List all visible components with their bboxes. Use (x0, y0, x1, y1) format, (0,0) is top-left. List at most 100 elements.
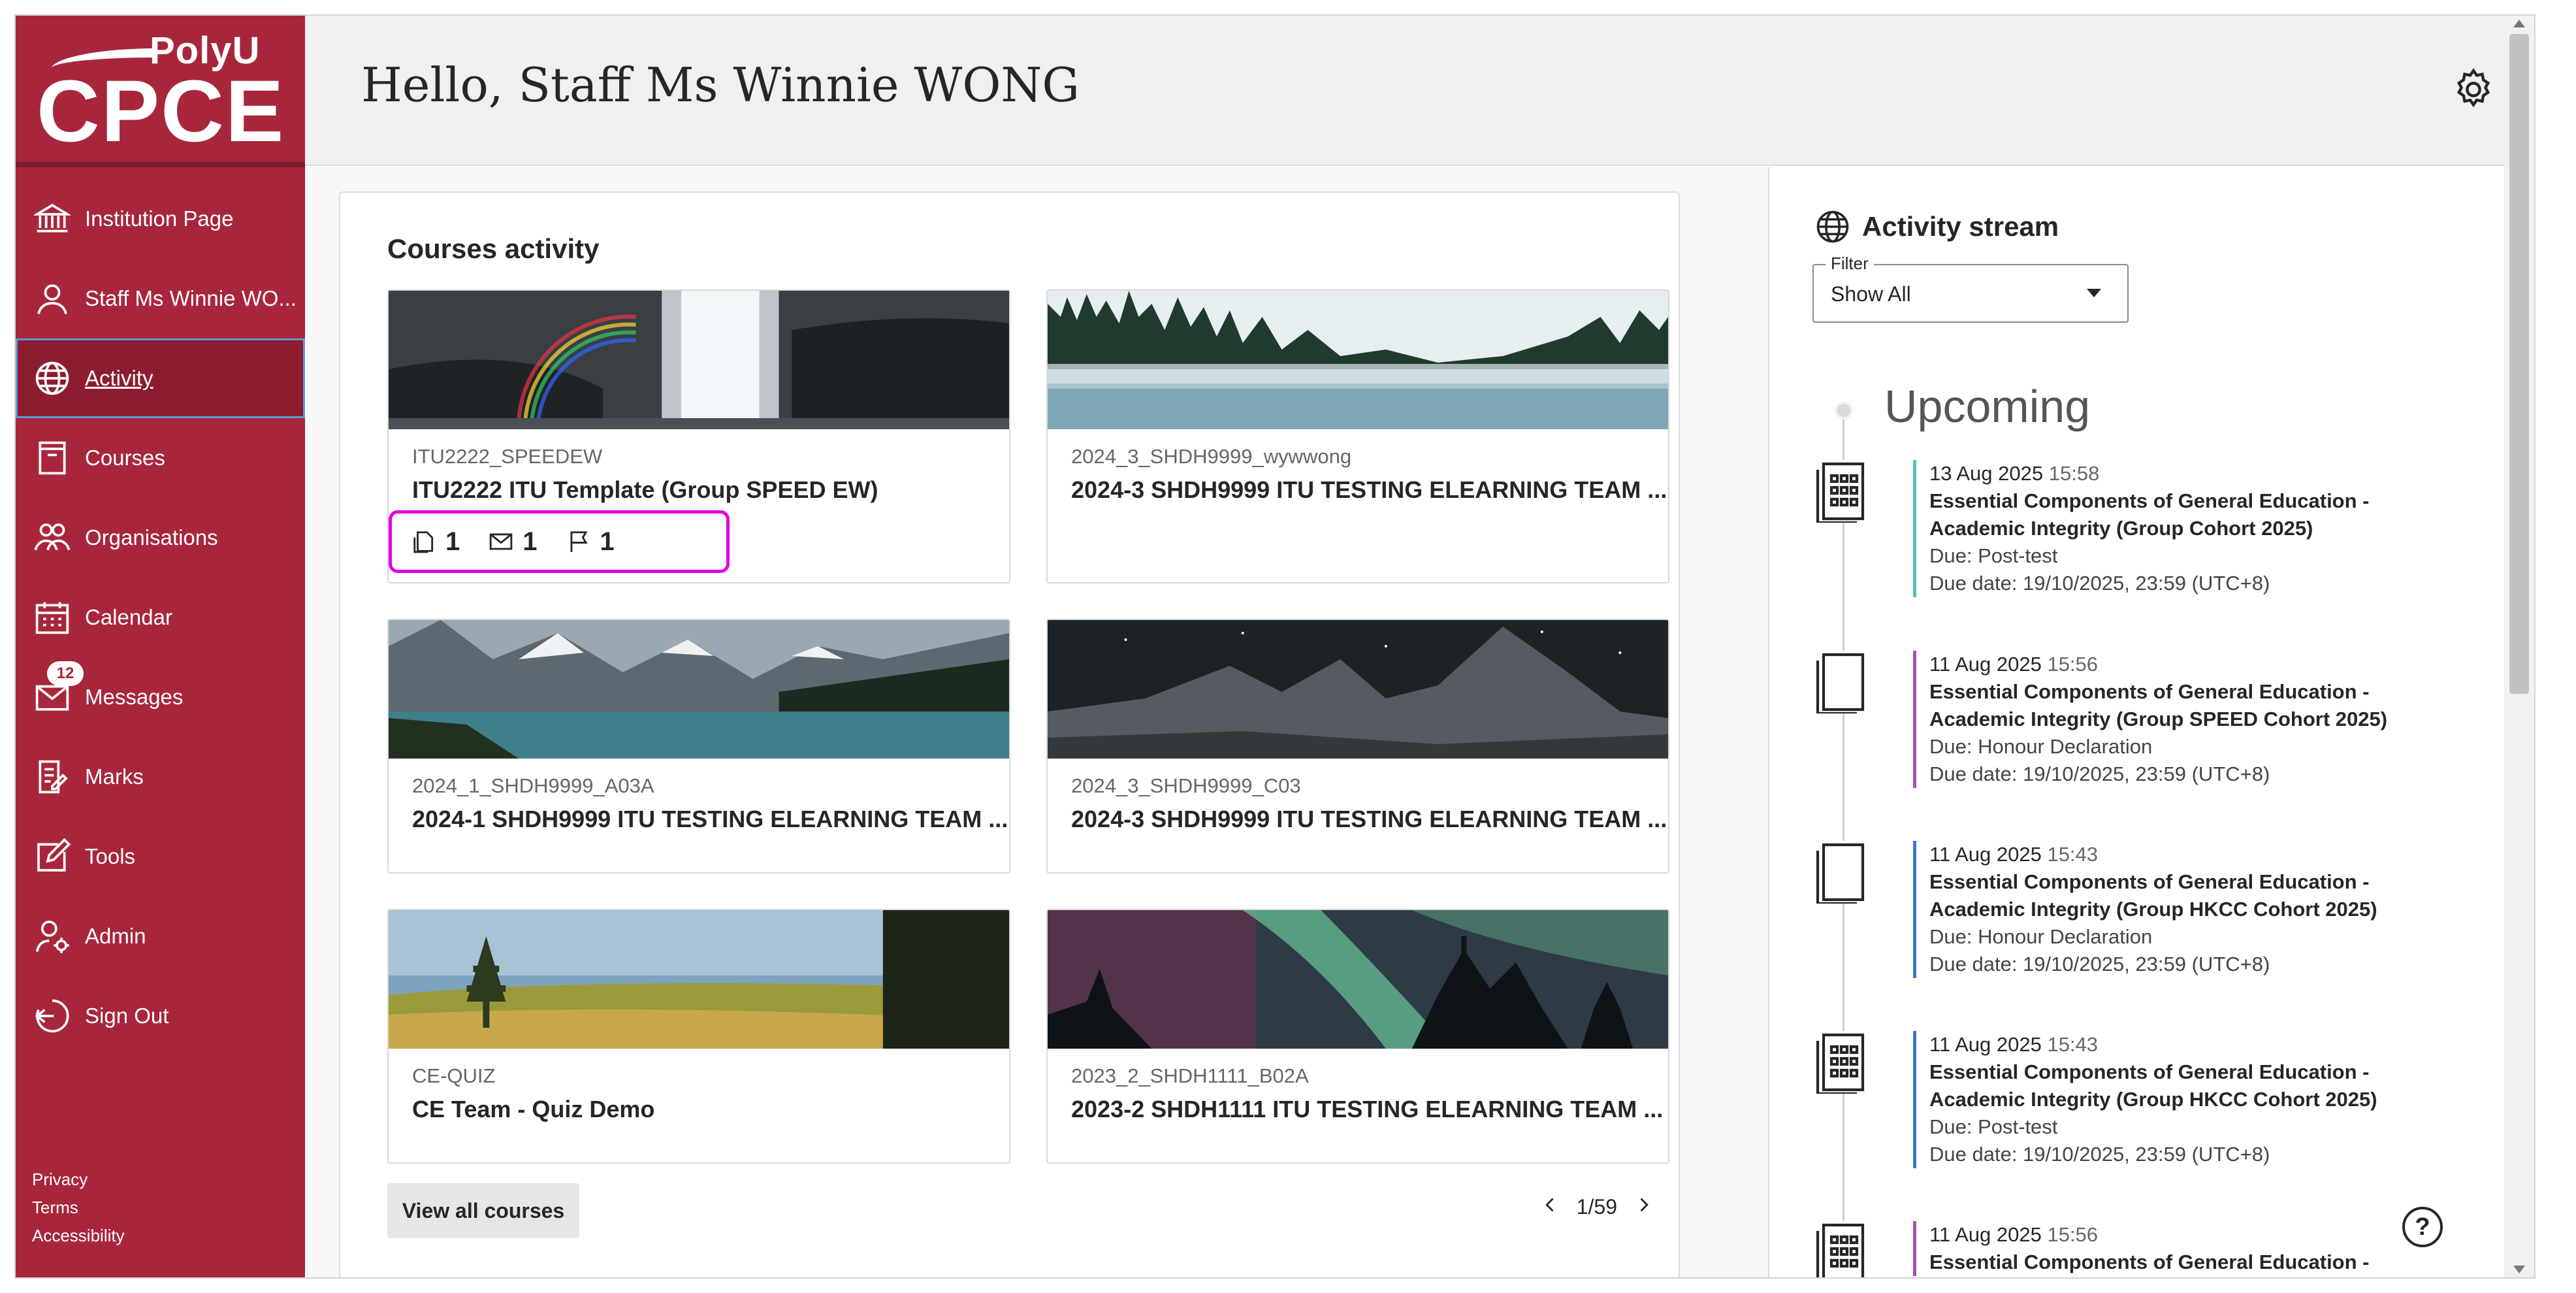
course-name[interactable]: 2023-2 SHDH1111 ITU TESTING ELEARNING TE… (1071, 1096, 1663, 1123)
activity-event-details: 11 Aug 2025 15:56 Essential Components o… (1913, 651, 2436, 788)
course-card[interactable]: 2024_3_SHDH9999_wywwong 2024-3 SHDH9999 … (1046, 289, 1669, 583)
event-title[interactable]: Essential Components of General Educatio… (1929, 1249, 2436, 1276)
test-icon (1814, 460, 1873, 525)
course-name[interactable]: ITU2222 ITU Template (Group SPEED EW) (412, 476, 878, 504)
course-card[interactable]: ITU2222_SPEEDEW ITU2222 ITU Template (Gr… (387, 289, 1010, 583)
sidebar-item-organisations[interactable]: Organisations (16, 498, 305, 578)
sidebar-item-institution-page[interactable]: Institution Page (16, 179, 305, 259)
event-due-item: Due: Honour Declaration (1929, 735, 2153, 758)
assignments-count[interactable]: 1 (411, 527, 460, 557)
sidebar-nav: Institution Page Staff Ms Winnie WO... A… (16, 179, 305, 1056)
test-icon (1814, 1221, 1873, 1277)
polyu-cpce-logo[interactable]: PolyU CPCE (16, 16, 305, 167)
course-banner-meadow (389, 910, 1009, 1049)
event-title-continued[interactable]: Academic Integrity (Group HKCC Cohort 20… (1929, 1086, 2436, 1113)
settings-gear-icon[interactable] (2452, 68, 2495, 111)
accessibility-link[interactable]: Accessibility (32, 1222, 125, 1250)
event-due-date: Due date: 19/10/2025, 23:59 (UTC+8) (1929, 762, 2270, 785)
assignments-count-value: 1 (445, 527, 460, 556)
sidebar-item-label: Sign Out (85, 1004, 169, 1028)
messages-count-value: 1 (523, 527, 538, 556)
course-name[interactable]: 2024-3 SHDH9999 ITU TESTING ELEARNING TE… (1071, 476, 1667, 504)
event-due-date: Due date: 19/10/2025, 23:59 (UTC+8) (1929, 1143, 2270, 1166)
sidebar-item-label: Messages (85, 685, 184, 709)
sidebar-item-tools[interactable]: Tools (16, 817, 305, 896)
event-due-item: Due: Honour Declaration (1929, 925, 2153, 948)
messages-count[interactable]: 1 (489, 527, 538, 557)
event-title[interactable]: Essential Components of General Educatio… (1929, 1058, 2436, 1086)
test-icon (1814, 1031, 1873, 1096)
courses-pager: 1/59 (1541, 1195, 1652, 1219)
globe-icon (33, 359, 72, 398)
activity-event-details: 11 Aug 2025 15:43 Essential Components o… (1913, 1031, 2436, 1168)
sidebar-item-messages[interactable]: 12 Messages (16, 657, 305, 737)
sidebar-item-marks[interactable]: Marks (16, 737, 305, 817)
scroll-down-arrow-icon[interactable] (2513, 1266, 2525, 1273)
course-card[interactable]: 2024_3_SHDH9999_C03 2024-3 SHDH9999 ITU … (1046, 619, 1669, 874)
event-time: 15:58 (2048, 462, 2100, 485)
sidebar-item-label: Activity (85, 366, 153, 390)
activity-stream-header: Activity stream (1815, 209, 2059, 244)
view-all-courses-button[interactable]: View all courses (387, 1183, 579, 1238)
institution-icon (33, 199, 72, 238)
event-date: 11 Aug 2025 (1929, 843, 2042, 866)
event-title-continued[interactable]: Academic Integrity (Group HKCC Cohort 20… (1929, 896, 2436, 923)
sidebar-item-sign-out[interactable]: Sign Out (16, 976, 305, 1056)
logo-cpce-text: CPCE (37, 63, 285, 160)
terms-link[interactable]: Terms (32, 1194, 125, 1222)
envelope-icon (489, 533, 513, 550)
sidebar-item-profile[interactable]: Staff Ms Winnie WO... (16, 259, 305, 338)
flags-count[interactable]: 1 (566, 527, 615, 557)
assignment-icon (1814, 651, 1873, 715)
scroll-up-arrow-icon[interactable] (2513, 20, 2525, 27)
chevron-right-icon[interactable] (1634, 1195, 1652, 1219)
marks-icon (33, 757, 72, 796)
sidebar-item-label: Courses (85, 446, 165, 470)
courses-activity-title: Courses activity (387, 233, 600, 264)
page-header: Hello, Staff Ms Winnie WONG (305, 16, 2534, 166)
globe-icon (1816, 210, 1849, 243)
assignment-icon (413, 531, 434, 553)
course-name[interactable]: 2024-3 SHDH9999 ITU TESTING ELEARNING TE… (1071, 806, 1667, 833)
scrollbar-thumb[interactable] (2509, 34, 2529, 694)
event-title-continued[interactable]: Academic Integrity (Group SPEED Cohort 2… (1929, 706, 2436, 733)
sidebar-footer: Privacy Terms Accessibility (32, 1166, 125, 1250)
course-banner-aurora (1048, 910, 1668, 1049)
admin-icon (33, 917, 72, 956)
activity-event-details: 13 Aug 2025 15:58 Essential Components o… (1913, 460, 2436, 597)
course-card[interactable]: 2023_2_SHDH1111_B02A 2023-2 SHDH1111 ITU… (1046, 909, 1669, 1164)
course-card[interactable]: 2024_1_SHDH9999_A03A 2024-1 SHDH9999 ITU… (387, 619, 1010, 874)
activity-filter-select[interactable]: Filter Show All (1812, 254, 2129, 323)
sidebar-item-admin[interactable]: Admin (16, 896, 305, 976)
course-name[interactable]: 2024-1 SHDH9999 ITU TESTING ELEARNING TE… (412, 806, 1008, 833)
event-date: 13 Aug 2025 (1929, 462, 2044, 485)
event-date: 11 Aug 2025 (1929, 1033, 2042, 1056)
event-time: 15:56 (2047, 653, 2099, 676)
event-title[interactable]: Essential Components of General Educatio… (1929, 868, 2436, 896)
sidebar-item-label: Organisations (85, 525, 218, 549)
page-scrollbar[interactable] (2504, 16, 2534, 1277)
flags-count-value: 1 (600, 527, 615, 556)
assignment-icon (1814, 841, 1873, 906)
sidebar-item-courses[interactable]: Courses (16, 418, 305, 498)
sidebar-item-calendar[interactable]: Calendar (16, 578, 305, 657)
sidebar-item-activity[interactable]: Activity (16, 338, 305, 418)
activity-stream-title: Activity stream (1862, 211, 2059, 242)
event-title[interactable]: Essential Components of General Educatio… (1929, 487, 2436, 515)
chevron-down-icon (2087, 289, 2101, 297)
privacy-link[interactable]: Privacy (32, 1166, 125, 1194)
sidebar: PolyU CPCE Institution Page Staff Ms Win… (16, 16, 305, 1277)
course-name[interactable]: CE Team - Quiz Demo (412, 1096, 654, 1123)
course-code: 2023_2_SHDH1111_B02A (1071, 1064, 1309, 1087)
event-time: 15:43 (2047, 1033, 2099, 1056)
help-icon[interactable]: ? (2402, 1207, 2443, 1247)
sidebar-item-label: Admin (85, 924, 146, 948)
filter-label: Filter (1826, 254, 1874, 274)
page-title: Hello, Staff Ms Winnie WONG (361, 57, 1080, 112)
chevron-left-icon[interactable] (1541, 1195, 1560, 1219)
course-card[interactable]: CE-QUIZ CE Team - Quiz Demo (387, 909, 1010, 1164)
event-title[interactable]: Essential Components of General Educatio… (1929, 678, 2436, 706)
course-code: 2024_3_SHDH9999_wywwong (1071, 445, 1352, 468)
event-title-continued[interactable]: Academic Integrity (Group Cohort 2025) (1929, 515, 2436, 542)
sidebar-item-label: Staff Ms Winnie WO... (85, 286, 297, 310)
